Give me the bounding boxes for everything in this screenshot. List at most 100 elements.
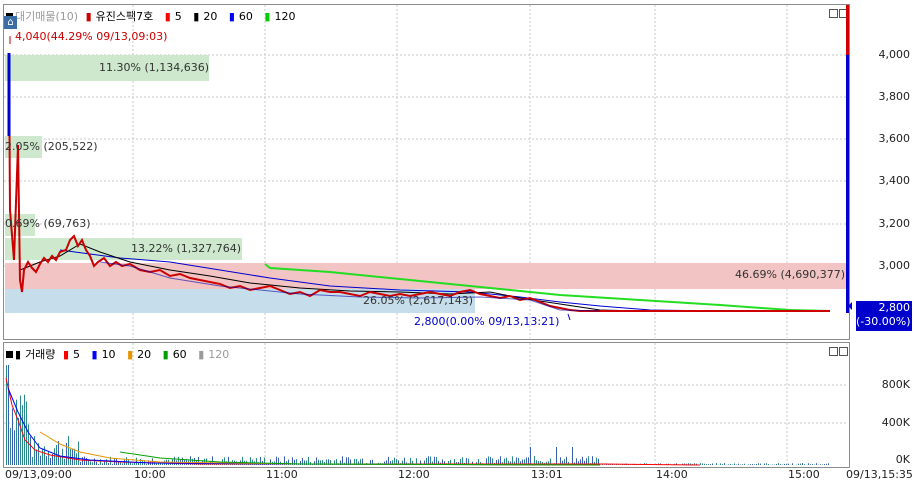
volume-bar — [112, 463, 113, 465]
vol-ma5-line — [5, 377, 701, 466]
volume-bar — [788, 463, 789, 465]
volume-bar — [122, 463, 123, 465]
volume-bar — [784, 464, 785, 465]
current-price: 2,800 — [878, 301, 911, 314]
volume-bar — [108, 462, 109, 465]
volume-bar — [724, 463, 725, 465]
price-tick-3400: 3,400 — [878, 174, 911, 187]
volume-bar — [792, 463, 793, 465]
volume-bar — [102, 463, 103, 465]
volume-bar — [750, 464, 751, 465]
x-tick-end: 09/13,15:35 — [846, 468, 913, 481]
volume-bar — [158, 463, 159, 465]
current-bar-blue — [846, 55, 849, 313]
volume-bar — [136, 457, 137, 465]
zone-label-2: 2.05% (205,522) — [5, 140, 98, 153]
zone-label-6: 26.05% (2,617,143) — [363, 294, 474, 307]
volume-bar — [68, 436, 69, 465]
volume-bar — [54, 448, 55, 465]
volume-bar — [702, 463, 703, 465]
volume-bar — [766, 463, 767, 465]
price-tick-3200: 3,200 — [878, 217, 911, 230]
volume-bar — [700, 463, 701, 465]
vol-ma10-line — [7, 387, 601, 466]
volume-bar — [744, 463, 745, 465]
volume-bar — [816, 463, 817, 465]
volume-bar — [732, 464, 733, 465]
x-tick-1200: 12:00 — [398, 468, 430, 481]
x-tick-1100: 11:00 — [266, 468, 298, 481]
volume-bar — [126, 457, 127, 465]
price-tick-3600: 3,600 — [878, 132, 911, 145]
volume-bar — [96, 461, 97, 465]
volume-bar — [716, 463, 717, 465]
volume-bar — [786, 463, 787, 465]
volume-bar — [752, 464, 753, 465]
volume-bar — [14, 430, 15, 465]
volume-bar — [756, 464, 757, 465]
volume-bar — [32, 456, 33, 465]
volume-bar — [530, 447, 531, 465]
volume-bar — [60, 456, 61, 465]
volume-bar — [8, 365, 9, 465]
volume-bar — [768, 463, 769, 465]
zone-label-1: 11.30% (1,134,636) — [99, 61, 210, 74]
zone-label-3: 0.69% (69,763) — [5, 217, 91, 230]
volume-bar — [778, 463, 779, 465]
volume-bar — [824, 464, 825, 465]
volume-bar — [18, 417, 19, 465]
x-tick-1301: 13:01 — [531, 468, 563, 481]
volume-gridlines — [4, 343, 848, 466]
volume-bar — [64, 458, 65, 465]
volume-bar — [84, 456, 85, 465]
volume-bar — [804, 464, 805, 465]
volume-bar — [30, 436, 31, 465]
volume-bar — [810, 464, 811, 465]
volume-bar — [748, 464, 749, 465]
volume-bar — [730, 463, 731, 465]
volume-bar — [710, 464, 711, 465]
volume-bar — [10, 428, 11, 465]
volume-bar — [48, 451, 49, 465]
volume-bar — [74, 448, 75, 465]
volume-bar — [50, 458, 51, 465]
volume-bar — [82, 457, 83, 465]
volume-bar — [98, 463, 99, 465]
volume-bar — [92, 462, 93, 465]
volume-bar — [90, 461, 91, 465]
volume-bar — [800, 463, 801, 465]
volume-bar — [28, 424, 29, 465]
high-price-label: 4,040(44.29% 09/13,09:03) — [15, 30, 168, 43]
volume-bar — [720, 463, 721, 465]
volume-bar — [722, 464, 723, 465]
volume-bar — [46, 456, 47, 465]
volume-bar — [760, 463, 761, 465]
low-price-label: 2,800(0.00% 09/13,13:21) — [414, 315, 560, 328]
volume-bar — [738, 463, 739, 465]
volume-bar — [802, 463, 803, 465]
volume-bar — [764, 463, 765, 465]
volume-bar — [42, 448, 43, 465]
volume-bar — [138, 462, 139, 465]
volume-bar — [712, 463, 713, 465]
price-tick-3000: 3,000 — [878, 259, 911, 272]
current-change: (-30.00%) — [856, 315, 911, 328]
volume-bar — [812, 464, 813, 465]
volume-tick-0k: 0K — [895, 453, 910, 466]
volume-bar — [78, 441, 79, 465]
volume-bar — [708, 464, 709, 465]
current-bar-red — [846, 5, 849, 55]
x-tick-1000: 10:00 — [134, 468, 166, 481]
volume-bar — [12, 408, 13, 465]
volume-bars — [6, 365, 829, 465]
volume-bar — [106, 459, 107, 465]
volume-bar — [734, 463, 735, 465]
volume-bar — [704, 463, 705, 465]
volume-bar — [828, 463, 829, 465]
volume-bar — [822, 464, 823, 465]
volume-bar — [40, 455, 41, 465]
current-price-box: 2,800 (-30.00%) — [856, 301, 912, 331]
x-tick-0900: 09/13,09:00 — [5, 468, 72, 481]
volume-bar — [758, 463, 759, 465]
volume-bar — [754, 464, 755, 465]
